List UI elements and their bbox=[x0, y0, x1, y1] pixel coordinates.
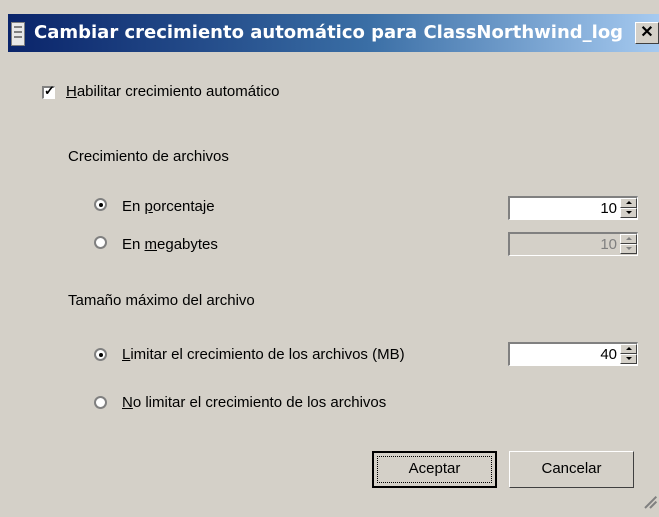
spin-up-arrow-icon bbox=[626, 347, 632, 350]
spin-down-arrow-icon bbox=[626, 211, 632, 214]
label-text: o limitar el crecimiento de los archivos bbox=[132, 394, 387, 411]
label-text: imitar el crecimiento de los archivos (M… bbox=[130, 346, 405, 363]
window-title: Cambiar crecimiento automático para Clas… bbox=[34, 22, 624, 43]
access-key: N bbox=[122, 394, 133, 411]
spin-down-button[interactable] bbox=[620, 244, 637, 254]
spin-buttons bbox=[620, 234, 637, 254]
title-bar[interactable]: Cambiar crecimiento automático para Clas… bbox=[8, 14, 659, 52]
autogrowth-dialog: Cambiar crecimiento automático para Clas… bbox=[0, 0, 659, 517]
label-suffix: orcentaje bbox=[152, 198, 215, 215]
label-prefix: En bbox=[122, 236, 145, 253]
spin-up-button[interactable] bbox=[620, 234, 637, 244]
enable-autogrowth-checkbox[interactable]: ✓ bbox=[42, 83, 55, 99]
megabytes-radio[interactable] bbox=[94, 236, 107, 249]
label-suffix: egabytes bbox=[157, 236, 218, 253]
limit-growth-radio[interactable] bbox=[94, 348, 107, 361]
spin-down-button[interactable] bbox=[620, 208, 637, 218]
focus-rect bbox=[377, 456, 492, 483]
resize-grip-icon[interactable] bbox=[643, 494, 658, 509]
percent-radio[interactable] bbox=[94, 198, 107, 211]
label-text: abilitar crecimiento automático bbox=[76, 83, 280, 100]
spin-up-arrow-icon bbox=[626, 201, 632, 204]
access-key: p bbox=[144, 198, 153, 215]
limit-growth-label[interactable]: Limitar el crecimiento de los archivos (… bbox=[122, 346, 405, 363]
access-key: H bbox=[66, 83, 77, 100]
megabytes-label[interactable]: En megabytes bbox=[122, 236, 218, 253]
checkmark-icon: ✓ bbox=[44, 83, 55, 98]
spin-down-button[interactable] bbox=[620, 354, 637, 364]
close-icon: ✕ bbox=[640, 24, 654, 41]
spin-down-arrow-icon bbox=[626, 357, 632, 360]
access-key: m bbox=[144, 236, 158, 253]
spin-up-button[interactable] bbox=[620, 344, 637, 354]
document-window-icon bbox=[11, 22, 25, 46]
megabytes-value[interactable]: 10 bbox=[600, 236, 617, 253]
cancel-button-label: Cancelar bbox=[541, 460, 602, 477]
max-file-size-heading: Tamaño máximo del archivo bbox=[68, 292, 255, 309]
megabytes-spinbox[interactable]: 10 bbox=[508, 232, 638, 256]
cancel-button[interactable]: Cancelar bbox=[509, 451, 634, 488]
percent-value[interactable]: 10 bbox=[600, 200, 617, 217]
percent-spinbox[interactable]: 10 bbox=[508, 196, 638, 220]
max-size-spinbox[interactable]: 40 bbox=[508, 342, 638, 366]
spin-up-button[interactable] bbox=[620, 198, 637, 208]
unlimited-growth-radio[interactable] bbox=[94, 396, 107, 409]
spin-up-arrow-icon bbox=[626, 237, 632, 240]
enable-autogrowth-label[interactable]: Habilitar crecimiento automático bbox=[66, 83, 279, 100]
spin-down-arrow-icon bbox=[626, 247, 632, 250]
spin-buttons bbox=[620, 344, 637, 364]
percent-label[interactable]: En porcentaje bbox=[122, 198, 215, 215]
unlimited-growth-label[interactable]: No limitar el crecimiento de los archivo… bbox=[122, 394, 386, 411]
close-button[interactable]: ✕ bbox=[635, 22, 659, 44]
max-size-value[interactable]: 40 bbox=[600, 346, 617, 363]
ok-button[interactable]: Aceptar bbox=[372, 451, 497, 488]
spin-buttons bbox=[620, 198, 637, 218]
label-prefix: En bbox=[122, 198, 145, 215]
file-growth-heading: Crecimiento de archivos bbox=[68, 148, 229, 165]
